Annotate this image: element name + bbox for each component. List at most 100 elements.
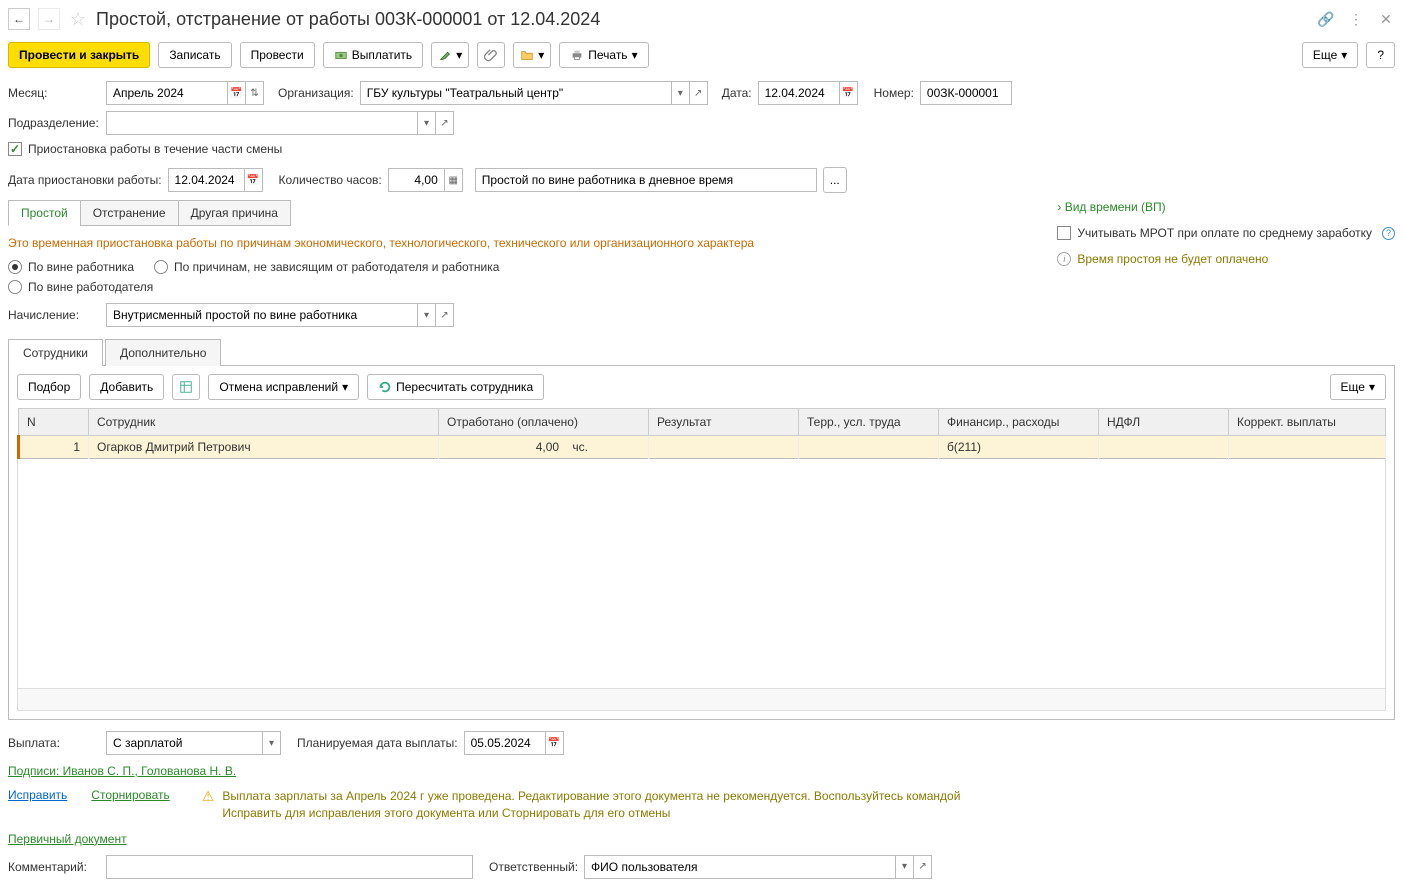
radio-employer-fault[interactable]: По вине работодателя [8,280,153,294]
comment-label: Комментарий: [8,860,100,874]
help-icon[interactable]: ? [1382,227,1395,240]
col-result[interactable]: Результат [649,409,799,436]
col-employee[interactable]: Сотрудник [89,409,439,436]
org-input[interactable]: ▾ ↗ [360,81,708,105]
tab-employees[interactable]: Сотрудники [8,339,103,366]
help-button[interactable]: ? [1366,42,1395,68]
comment-input[interactable] [106,855,473,879]
calendar-icon[interactable]: 📅 [545,732,563,754]
col-ndfl[interactable]: НДФЛ [1099,409,1229,436]
fill-button[interactable] [172,374,200,400]
mrot-checkbox[interactable] [1057,226,1071,240]
highlight-button[interactable]: ▾ [431,42,469,68]
dropdown-icon[interactable]: ▾ [417,112,435,134]
col-correction[interactable]: Коррект. выплаты [1229,409,1386,436]
main-toolbar: Провести и закрыть Записать Провести Вып… [8,38,1395,78]
dropdown-icon[interactable]: ▾ [895,856,913,878]
highlighter-icon [438,48,452,62]
dropdown-icon[interactable]: ▾ [417,304,435,326]
month-label: Месяц: [8,86,100,100]
tab-other[interactable]: Другая причина [178,200,291,226]
payment-label: Выплата: [8,736,100,750]
table-more-button[interactable]: Еще ▾ [1330,374,1386,400]
idle-info-text: Время простоя не будет оплачено [1077,252,1268,266]
reason-select-button[interactable]: ... [823,167,847,193]
subdivision-input[interactable]: ▾ ↗ [106,111,454,135]
print-button[interactable]: Печать ▾ [559,42,648,68]
calendar-icon[interactable]: 📅 [839,82,857,104]
hours-input[interactable]: ▦ [388,168,463,192]
add-button[interactable]: Добавить [89,374,164,400]
fix-link[interactable]: Исправить [8,788,67,802]
open-icon[interactable]: ↗ [689,82,707,104]
col-territory[interactable]: Терр., усл. труда [799,409,939,436]
save-button[interactable]: Записать [158,42,231,68]
radio-icon [8,260,22,274]
accrual-label: Начисление: [8,308,100,322]
folder-button[interactable]: ▾ [513,42,551,68]
calculator-icon[interactable]: ▦ [444,169,462,191]
main-tabs: Сотрудники Дополнительно [8,338,1395,366]
cell-worked: 4,00 чс. [439,436,649,459]
pause-date-input[interactable]: 📅 [168,168,263,192]
radio-employee-fault[interactable]: По вине работника [8,260,134,274]
reason-input[interactable] [475,168,817,192]
warning-text: Выплата зарплаты за Апрель 2024 г уже пр… [222,788,982,822]
cell-employee: Огарков Дмитрий Петрович [89,436,439,459]
post-and-close-button[interactable]: Провести и закрыть [8,42,150,68]
calendar-icon[interactable]: 📅 [244,169,262,191]
radio-no-fault[interactable]: По причинам, не зависящим от работодател… [154,260,499,274]
subdivision-label: Подразделение: [8,116,100,130]
favorite-star-icon[interactable]: ☆ [68,9,88,29]
col-worked[interactable]: Отработано (оплачено) [439,409,649,436]
accrual-input[interactable]: ▾ ↗ [106,303,454,327]
header: ← → ☆ Простой, отстранение от работы 00З… [8,4,1395,38]
kebab-menu-icon[interactable]: ⋮ [1347,10,1365,28]
payment-input[interactable]: ▾ [106,731,281,755]
time-type-link[interactable]: Вид времени (ВП) [1057,200,1165,214]
col-financing[interactable]: Финансир., расходы [939,409,1099,436]
table-fill-icon [179,380,193,394]
dropdown-icon[interactable]: ▾ [262,732,280,754]
link-icon[interactable]: 🔗 [1317,10,1335,28]
planned-date-input[interactable]: 📅 [464,731,564,755]
calendar-icon[interactable]: 📅 [227,82,245,104]
warning-icon: ⚠ [202,788,215,805]
pay-button[interactable]: Выплатить [323,42,424,68]
number-input[interactable] [920,81,1012,105]
cell-territory [799,436,939,459]
tab-additional[interactable]: Дополнительно [105,339,221,366]
mrot-label: Учитывать МРОТ при оплате по среднему за… [1077,226,1372,240]
responsible-input[interactable]: ▾ ↗ [584,855,932,879]
signatures-link[interactable]: Подписи: Иванов С. П., Голованова Н. В. [8,764,236,778]
open-icon[interactable]: ↗ [435,304,453,326]
open-icon[interactable]: ↗ [435,112,453,134]
tab-idle[interactable]: Простой [8,200,81,226]
date-input[interactable]: 📅 [758,81,858,105]
post-button[interactable]: Провести [240,42,315,68]
spinner-icon[interactable]: ⇅ [245,82,263,104]
col-n[interactable]: N [19,409,89,436]
page-title: Простой, отстранение от работы 00ЗК-0000… [96,9,1309,30]
table-row[interactable]: 1 Огарков Дмитрий Петрович 4,00 чс. б(21… [19,436,1386,459]
nav-forward-button[interactable]: → [38,8,60,30]
pause-checkbox-label: Приостановка работы в течение части смен… [28,142,282,156]
primary-doc-link[interactable]: Первичный документ [8,832,127,846]
dropdown-icon[interactable]: ▾ [671,82,689,104]
recalc-button[interactable]: Пересчитать сотрудника [367,374,544,400]
open-icon[interactable]: ↗ [913,856,931,878]
attachment-button[interactable] [477,42,505,68]
select-button[interactable]: Подбор [17,374,81,400]
month-input[interactable]: 📅 ⇅ [106,81,264,105]
info-icon: i [1057,252,1071,266]
radio-icon [154,260,168,274]
close-icon[interactable]: ✕ [1377,10,1395,28]
pause-checkbox[interactable] [8,142,22,156]
more-button[interactable]: Еще ▾ [1302,42,1358,68]
tab-suspension[interactable]: Отстранение [80,200,179,226]
cancel-fixes-button[interactable]: Отмена исправлений ▾ [208,374,359,400]
employees-panel: Подбор Добавить Отмена исправлений ▾ Пер… [8,366,1395,720]
folder-icon [520,48,534,62]
storno-link[interactable]: Сторнировать [91,788,169,802]
nav-back-button[interactable]: ← [8,8,30,30]
